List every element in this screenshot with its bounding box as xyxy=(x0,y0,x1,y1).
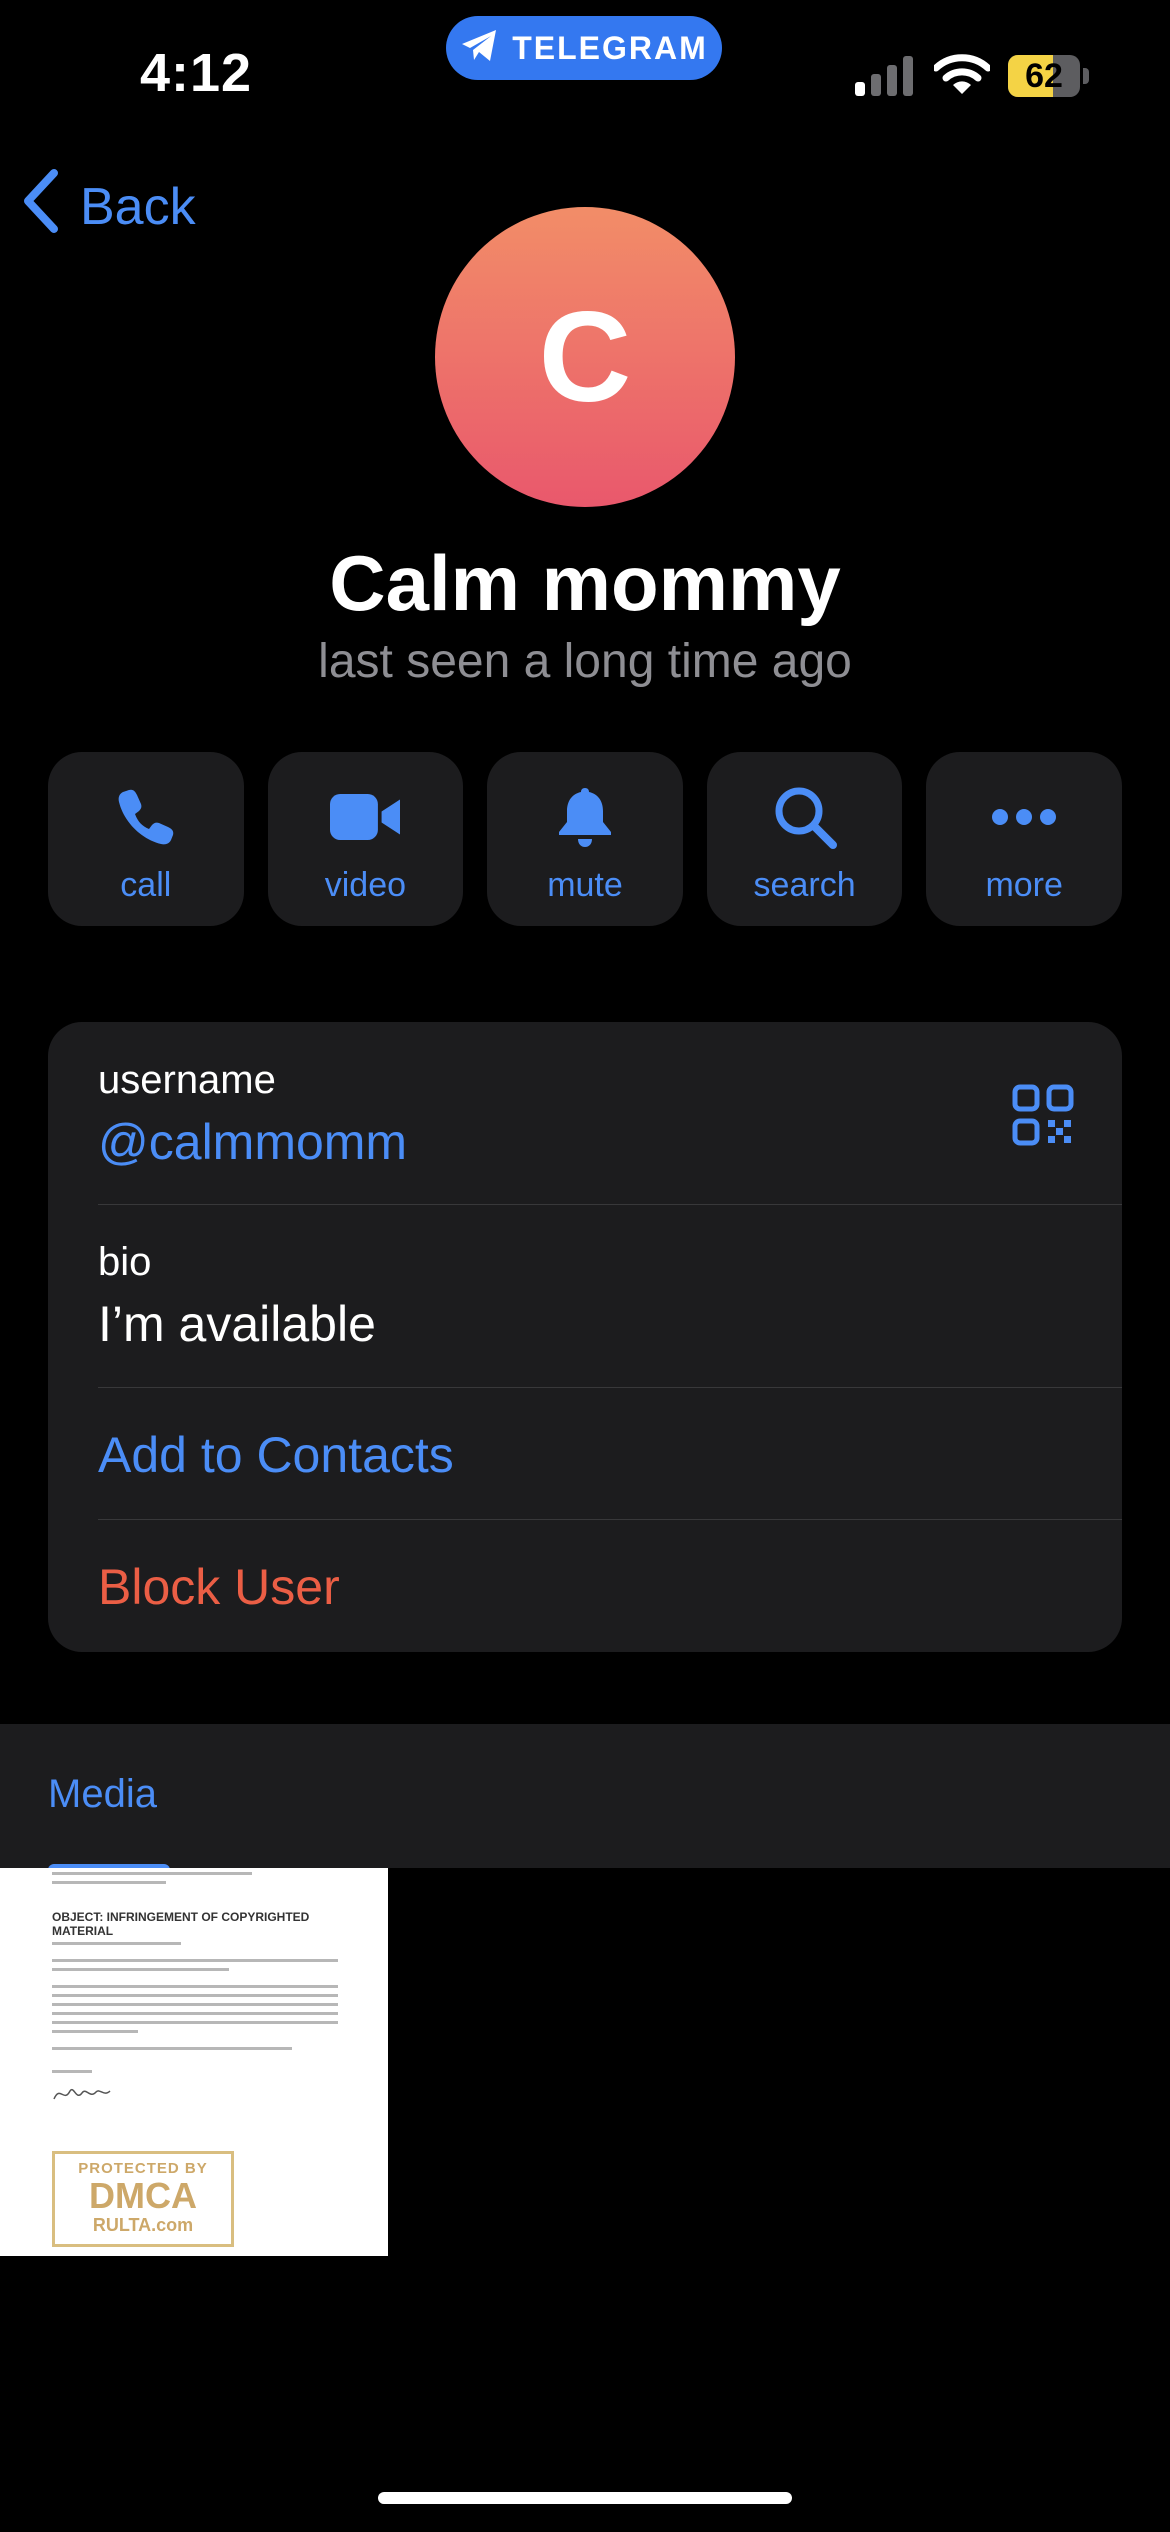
avatar[interactable]: C xyxy=(435,207,735,507)
stamp-main-text: DMCA xyxy=(89,2175,197,2216)
divider xyxy=(98,1204,1122,1205)
mute-button[interactable]: mute xyxy=(487,752,683,926)
block-user-button[interactable]: Block User xyxy=(98,1558,1122,1616)
battery-indicator: 62 xyxy=(1008,55,1090,97)
telegram-pill[interactable]: TELEGRAM xyxy=(446,16,722,80)
more-dots-icon xyxy=(989,782,1059,852)
contact-name: Calm mommy xyxy=(329,539,841,627)
video-button[interactable]: video xyxy=(267,752,464,926)
mute-label: mute xyxy=(547,866,623,904)
bio-value: I’m available xyxy=(98,1296,376,1352)
bio-row: bio I’m available xyxy=(98,1240,1122,1353)
media-tab[interactable]: Media xyxy=(48,1772,157,1817)
telegram-plane-icon xyxy=(460,28,500,69)
home-indicator[interactable] xyxy=(378,2492,792,2504)
search-label: search xyxy=(753,866,856,904)
add-to-contacts-button[interactable]: Add to Contacts xyxy=(98,1426,1122,1484)
wifi-icon xyxy=(932,54,992,96)
divider xyxy=(98,1519,1122,1520)
back-button[interactable]: Back xyxy=(22,168,196,242)
info-card: username @calmmomm bio I’m available Add… xyxy=(48,1022,1122,1652)
signature xyxy=(52,2083,338,2110)
call-button[interactable]: call xyxy=(48,752,244,926)
video-label: video xyxy=(324,866,407,904)
last-seen-status: last seen a long time ago xyxy=(318,635,852,688)
chevron-left-icon xyxy=(22,168,60,246)
document-heading: OBJECT: INFRINGEMENT OF COPYRIGHTED MATE… xyxy=(52,1910,310,1938)
battery-percent: 62 xyxy=(1025,57,1063,95)
divider xyxy=(98,1387,1122,1388)
action-buttons: call video mute search more xyxy=(48,752,1122,926)
media-thumbnail[interactable]: OBJECT: INFRINGEMENT OF COPYRIGHTED MATE… xyxy=(0,1868,388,2256)
media-tab-bar: Media xyxy=(0,1724,1170,1876)
status-time: 4:12 xyxy=(140,43,253,103)
more-button[interactable]: more xyxy=(926,752,1122,926)
telegram-pill-label: TELEGRAM xyxy=(512,29,708,66)
more-label: more xyxy=(985,866,1063,904)
username-label: username xyxy=(98,1058,276,1102)
username-value[interactable]: @calmmomm xyxy=(98,1113,1122,1171)
dmca-stamp: PROTECTED BY DMCA RULTA.com xyxy=(52,2151,234,2247)
bio-label: bio xyxy=(98,1240,152,1284)
phone-icon xyxy=(111,782,181,852)
qr-code-icon[interactable] xyxy=(1012,1084,1074,1146)
video-camera-icon xyxy=(330,782,401,852)
search-button[interactable]: search xyxy=(706,752,903,926)
call-label: call xyxy=(120,866,172,904)
search-icon xyxy=(770,782,840,852)
cellular-signal-icon xyxy=(855,56,915,96)
bell-icon xyxy=(550,782,620,852)
back-label: Back xyxy=(80,178,196,236)
avatar-initial: C xyxy=(538,285,632,429)
stamp-bottom-text: RULTA.com xyxy=(92,2215,194,2235)
username-row[interactable]: username @calmmomm xyxy=(98,1058,1122,1171)
